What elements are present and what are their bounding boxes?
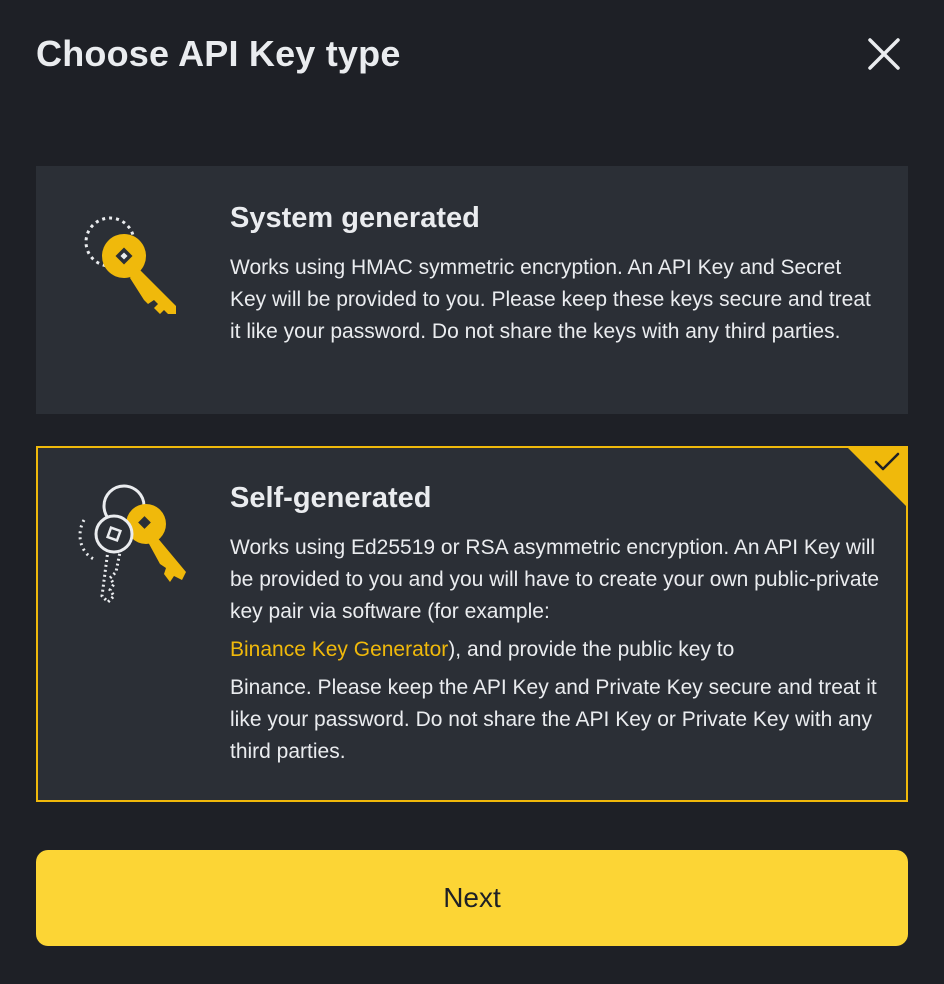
option-description-link-line: Binance Key Generator), and provide the …	[230, 634, 890, 666]
option-description-text: Binance. Please keep the API Key and Pri…	[230, 676, 877, 763]
close-icon	[868, 38, 900, 70]
option-description-text: Works using Ed25519 or RSA asymmetric en…	[230, 536, 880, 623]
option-self-generated[interactable]: Self-generated Works using Ed25519 or RS…	[36, 446, 908, 802]
option-heading: Self-generated	[230, 482, 432, 514]
option-system-generated[interactable]: System generated Works using HMAC symmet…	[36, 166, 908, 414]
option-description: Works using Ed25519 or RSA asymmetric en…	[230, 532, 890, 768]
option-heading: System generated	[230, 202, 480, 234]
option-description-text: ), and provide the public key to	[448, 638, 735, 661]
key-pair-icon	[78, 484, 186, 604]
dialog-title: Choose API Key type	[36, 33, 401, 74]
api-key-type-dialog: Choose API Key type System generated Wor…	[0, 0, 944, 984]
selected-badge	[848, 448, 906, 506]
close-button[interactable]	[858, 28, 910, 80]
next-button[interactable]: Next	[36, 850, 908, 946]
binance-key-generator-link[interactable]: Binance Key Generator	[230, 638, 448, 661]
key-icon	[84, 216, 176, 314]
option-description: Works using HMAC symmetric encryption. A…	[230, 256, 871, 343]
